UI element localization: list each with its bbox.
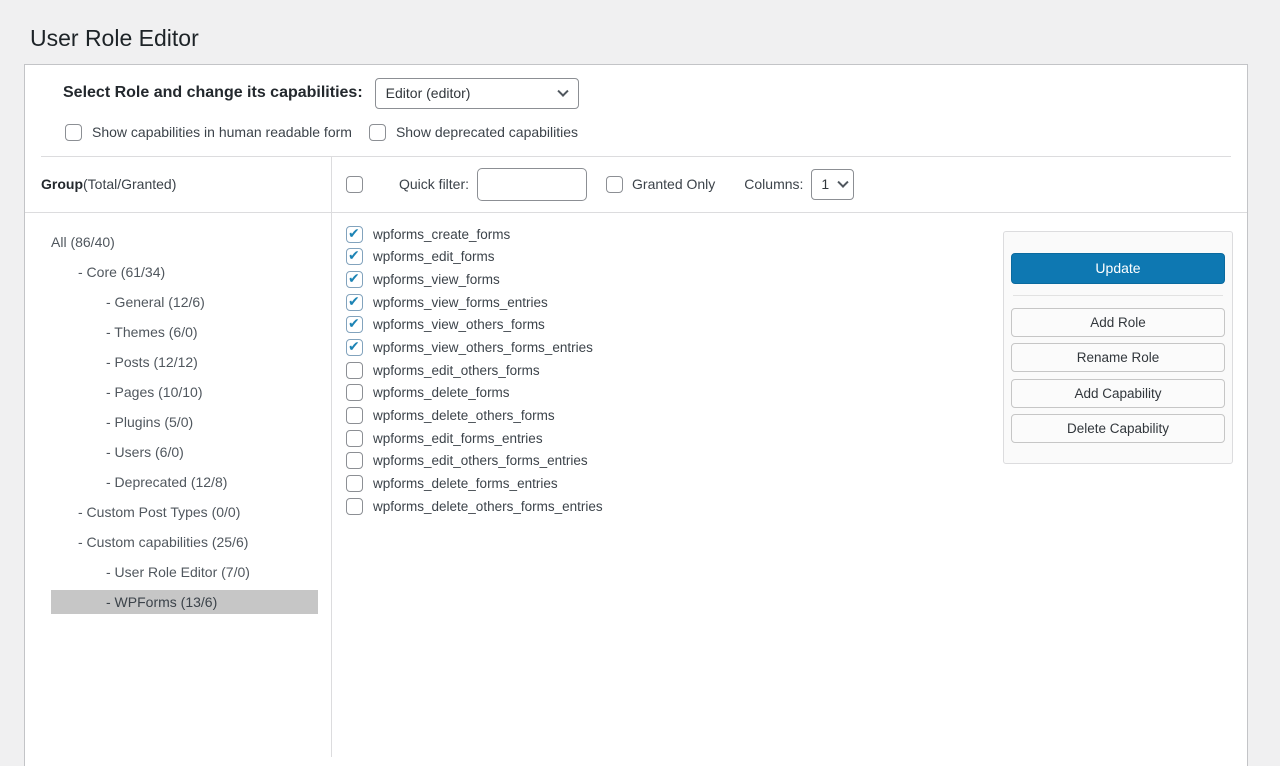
- capability-label: wpforms_delete_forms: [373, 385, 510, 400]
- update-button[interactable]: Update: [1011, 253, 1225, 284]
- capability-checkbox[interactable]: [346, 362, 363, 379]
- page-title: User Role Editor: [0, 0, 1280, 53]
- quick-filter-input[interactable]: [477, 168, 587, 201]
- columns-label: Columns:: [744, 176, 803, 192]
- group-column-header: Group (Total/Granted): [25, 157, 331, 213]
- human-readable-label: Show capabilities in human readable form: [92, 124, 352, 140]
- capability-label: wpforms_edit_others_forms: [373, 363, 540, 378]
- capability-label: wpforms_view_forms: [373, 272, 500, 287]
- capability-row: wpforms_delete_others_forms_entries: [346, 498, 1247, 515]
- deprecated-label: Show deprecated capabilities: [396, 124, 578, 140]
- capability-label: wpforms_edit_forms: [373, 249, 495, 264]
- capability-checkbox[interactable]: [346, 271, 363, 288]
- granted-only-checkbox[interactable]: [606, 176, 623, 193]
- group-tree-item[interactable]: - Users (6/0): [51, 440, 318, 464]
- capability-label: wpforms_view_others_forms: [373, 317, 545, 332]
- role-select-wrap: Editor (editor): [375, 78, 579, 109]
- granted-only-label: Granted Only: [632, 176, 715, 192]
- capability-label: wpforms_edit_others_forms_entries: [373, 453, 588, 468]
- group-tree-item[interactable]: - Core (61/34): [51, 260, 318, 284]
- deprecated-checkbox[interactable]: [369, 124, 386, 141]
- group-tree-item[interactable]: - Themes (6/0): [51, 320, 318, 344]
- capability-label: wpforms_edit_forms_entries: [373, 431, 543, 446]
- group-tree-item[interactable]: - Deprecated (12/8): [51, 470, 318, 494]
- group-tree-item[interactable]: - Posts (12/12): [51, 350, 318, 374]
- capability-checkbox[interactable]: [346, 475, 363, 492]
- secondary-buttons: Add Role Rename Role Add Capability Delete …: [1011, 308, 1225, 444]
- filter-row: Quick filter: Granted Only Columns: 1: [332, 157, 1247, 213]
- rename-role-button[interactable]: Rename Role: [1011, 343, 1225, 372]
- group-tree-item[interactable]: - Custom Post Types (0/0): [51, 500, 318, 524]
- capability-label: wpforms_view_forms_entries: [373, 295, 548, 310]
- capability-checkbox[interactable]: [346, 316, 363, 333]
- delete-capability-button[interactable]: Delete Capability: [1011, 414, 1225, 443]
- human-readable-option: Show capabilities in human readable form: [65, 124, 352, 141]
- human-readable-checkbox[interactable]: [65, 124, 82, 141]
- capability-checkbox[interactable]: [346, 226, 363, 243]
- group-tree-item[interactable]: - User Role Editor (7/0): [51, 560, 318, 584]
- editor-body: Group (Total/Granted) All (86/40) - Core …: [25, 157, 1247, 757]
- columns-select[interactable]: 1: [811, 169, 854, 200]
- group-column: Group (Total/Granted) All (86/40) - Core …: [25, 157, 332, 757]
- action-panel-divider: [1013, 295, 1223, 296]
- group-header-title: Group: [41, 176, 83, 192]
- group-tree-item[interactable]: - WPForms (13/6): [51, 590, 318, 614]
- group-tree-item[interactable]: - Custom capabilities (25/6): [51, 530, 318, 554]
- group-tree-item[interactable]: All (86/40): [51, 230, 318, 254]
- capability-row: wpforms_delete_forms_entries: [346, 475, 1247, 492]
- capability-checkbox[interactable]: [346, 452, 363, 469]
- capability-label: wpforms_delete_forms_entries: [373, 476, 558, 491]
- role-selector-label: Select Role and change its capabilities:: [63, 84, 363, 102]
- group-tree: All (86/40) - Core (61/34) - General (12/6…: [25, 213, 331, 614]
- display-options-row: Show capabilities in human readable form…: [25, 115, 1247, 156]
- capability-checkbox[interactable]: [346, 248, 363, 265]
- capability-checkbox[interactable]: [346, 339, 363, 356]
- capability-checkbox[interactable]: [346, 407, 363, 424]
- user-role-editor-panel: Select Role and change its capabilities:…: [24, 64, 1248, 766]
- capability-label: wpforms_view_others_forms_entries: [373, 340, 593, 355]
- capability-checkbox[interactable]: [346, 430, 363, 447]
- add-role-button[interactable]: Add Role: [1011, 308, 1225, 337]
- group-tree-item[interactable]: - Pages (10/10): [51, 380, 318, 404]
- capability-checkbox[interactable]: [346, 384, 363, 401]
- capability-label: wpforms_create_forms: [373, 227, 510, 242]
- capability-label: wpforms_delete_others_forms: [373, 408, 555, 423]
- add-capability-button[interactable]: Add Capability: [1011, 379, 1225, 408]
- group-tree-item[interactable]: - Plugins (5/0): [51, 410, 318, 434]
- role-selector-row: Select Role and change its capabilities:…: [25, 65, 1247, 115]
- capability-checkbox[interactable]: [346, 498, 363, 515]
- capability-checkbox[interactable]: [346, 294, 363, 311]
- select-all-checkbox[interactable]: [346, 176, 363, 193]
- action-panel: Update Add Role Rename Role Add Capability…: [1003, 231, 1233, 464]
- group-header-subtitle: (Total/Granted): [83, 176, 176, 192]
- capability-label: wpforms_delete_others_forms_entries: [373, 499, 603, 514]
- quick-filter-label: Quick filter:: [399, 176, 469, 192]
- columns-select-wrap: 1: [811, 169, 854, 200]
- group-tree-item[interactable]: - General (12/6): [51, 290, 318, 314]
- deprecated-option: Show deprecated capabilities: [369, 124, 578, 141]
- role-select[interactable]: Editor (editor): [375, 78, 579, 109]
